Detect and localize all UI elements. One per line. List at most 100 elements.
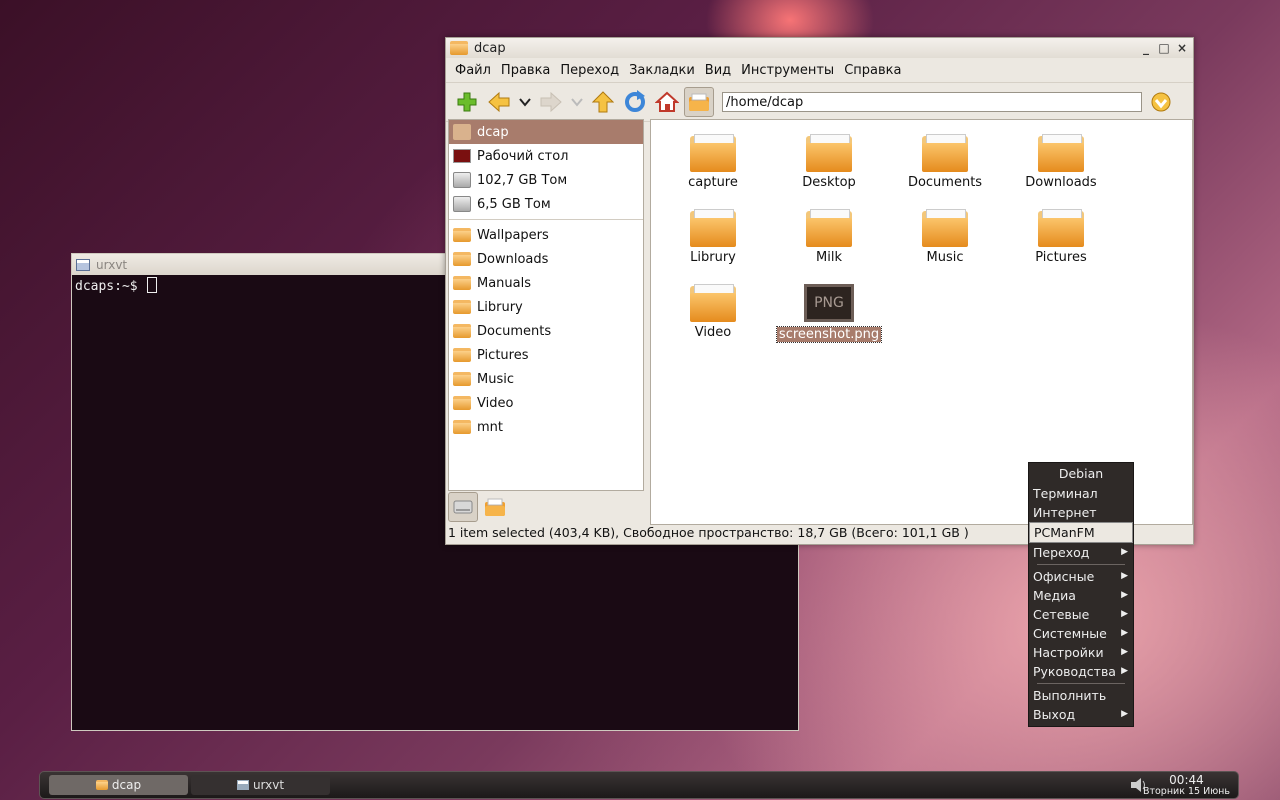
menu-item-5[interactable]: Вид <box>702 63 738 78</box>
sidebar-bookmark[interactable]: mnt <box>449 415 643 439</box>
forward-icon[interactable] <box>536 87 566 117</box>
folder-icon <box>1038 134 1084 172</box>
sidebar-item-label: Wallpapers <box>477 227 549 243</box>
drive-icon[interactable] <box>448 492 478 522</box>
file-name: capture <box>688 175 738 190</box>
sidebar-item-label: 6,5 GB Том <box>477 196 551 212</box>
app-menu-item-label: Системные <box>1033 626 1107 641</box>
go-icon[interactable] <box>1146 87 1176 117</box>
address-bar[interactable]: /home/dcap <box>722 92 1142 112</box>
terminal-icon <box>236 780 249 790</box>
sidebar-item-label: Downloads <box>477 251 549 267</box>
sidebar-place[interactable]: Рабочий стол <box>449 144 643 168</box>
folder-icon <box>453 276 471 290</box>
folder-icon <box>1038 209 1084 247</box>
file-item[interactable]: Desktop <box>771 134 887 190</box>
task-urxvt[interactable]: urxvt <box>191 775 330 795</box>
sidebar-place[interactable]: 102,7 GB Том <box>449 168 643 192</box>
sidebar-item-label: dcap <box>477 124 509 140</box>
file-item[interactable]: Music <box>887 209 1003 265</box>
places-icon[interactable] <box>684 87 714 117</box>
app-menu-item-label: Переход <box>1033 545 1090 560</box>
submenu-arrow-icon: ▶ <box>1121 709 1128 719</box>
folder-icon <box>453 420 471 434</box>
menu-item-4[interactable]: Закладки <box>626 63 702 78</box>
sidebar-bookmark[interactable]: Documents <box>449 319 643 343</box>
sidebar-bookmark[interactable]: Librury <box>449 295 643 319</box>
sidebar-bookmark[interactable]: Video <box>449 391 643 415</box>
folder-icon <box>453 348 471 362</box>
image-file-icon: PNG <box>804 284 854 322</box>
sidebar-item-label: Video <box>477 395 514 411</box>
task-dcap[interactable]: dcap <box>49 775 188 795</box>
status-bar: 1 item selected (403,4 KB), Свободное пр… <box>448 525 969 540</box>
sidebar-place[interactable]: 6,5 GB Том <box>449 192 643 216</box>
app-menu-item[interactable]: Офисные ▶ <box>1029 567 1133 586</box>
terminal-icon <box>76 258 90 271</box>
sidebar-bookmark[interactable]: Music <box>449 367 643 391</box>
app-menu-item[interactable]: Выполнить <box>1029 686 1133 705</box>
sidebar-item-label: Pictures <box>477 347 529 363</box>
close-button[interactable]: × <box>1175 41 1189 55</box>
reload-icon[interactable] <box>620 87 650 117</box>
sidebar-bookmark[interactable]: Pictures <box>449 343 643 367</box>
sidebar-bookmark[interactable]: Downloads <box>449 247 643 271</box>
folder-icon <box>453 228 471 242</box>
app-menu-item[interactable]: PCManFM <box>1029 522 1133 543</box>
folder-icon <box>806 134 852 172</box>
submenu-arrow-icon: ▶ <box>1121 590 1128 600</box>
folder-icon <box>453 372 471 386</box>
sidebar-bookmark[interactable]: Wallpapers <box>449 223 643 247</box>
menu-item-1[interactable]: Файл <box>452 63 498 78</box>
file-name: Pictures <box>1035 250 1087 265</box>
clock-date: Вторник 15 Июнь <box>1142 786 1230 797</box>
app-menu-item[interactable]: Переход ▶ <box>1029 543 1133 562</box>
file-item[interactable]: Video <box>655 284 771 340</box>
sidebar-item-label: Manuals <box>477 275 532 291</box>
up-icon[interactable] <box>588 87 618 117</box>
app-menu-item[interactable]: Терминал <box>1029 484 1133 503</box>
app-menu-item-label: Руководства <box>1033 664 1116 679</box>
sidebar-place[interactable]: dcap <box>449 120 643 144</box>
history-dropdown-icon[interactable] <box>516 87 534 117</box>
app-menu-item[interactable]: Системные ▶ <box>1029 624 1133 643</box>
menu-header: Debian <box>1058 466 1104 481</box>
file-item[interactable]: Librury <box>655 209 771 265</box>
file-item[interactable]: capture <box>655 134 771 190</box>
app-menu[interactable]: Debian Терминал Интернет PCManFM Переход ▶ Оф… <box>1028 462 1134 727</box>
app-menu-item[interactable]: Сетевые ▶ <box>1029 605 1133 624</box>
app-menu-item[interactable]: Выход ▶ <box>1029 705 1133 724</box>
file-name: Desktop <box>802 175 856 190</box>
sidebar-bookmark[interactable]: Manuals <box>449 271 643 295</box>
menu-item-3[interactable]: Переход <box>557 63 626 78</box>
file-item[interactable]: Downloads <box>1003 134 1119 190</box>
file-item[interactable]: Pictures <box>1003 209 1119 265</box>
file-item[interactable]: PNG screenshot.png <box>771 284 887 343</box>
folder-icon <box>922 134 968 172</box>
sidebar-item-label: Documents <box>477 323 552 339</box>
menu-item-7[interactable]: Справка <box>841 63 908 78</box>
clock[interactable]: 00:44 Вторник 15 Июнь <box>1143 772 1230 798</box>
menu-item-2[interactable]: Правка <box>498 63 557 78</box>
folder-tree-icon[interactable] <box>480 492 510 522</box>
app-menu-item[interactable]: Настройки ▶ <box>1029 643 1133 662</box>
minimize-button[interactable]: _ <box>1139 41 1153 55</box>
new-folder-icon[interactable] <box>452 87 482 117</box>
folder-icon <box>450 41 468 55</box>
menu-item-6[interactable]: Инструменты <box>738 63 841 78</box>
sidebar-divider <box>449 219 643 220</box>
app-menu-item-label: Сетевые <box>1033 607 1090 622</box>
app-menu-item[interactable]: Медиа ▶ <box>1029 586 1133 605</box>
app-menu-item[interactable]: Руководства ▶ <box>1029 662 1133 681</box>
app-menu-item[interactable]: Интернет <box>1029 503 1133 522</box>
home-icon[interactable] <box>652 87 682 117</box>
folder-icon <box>690 209 736 247</box>
fm-titlebar[interactable]: dcap _ □ × <box>446 38 1193 58</box>
forward-history-dropdown-icon[interactable] <box>568 87 586 117</box>
app-menu-item-label: Офисные <box>1033 569 1095 584</box>
file-item[interactable]: Documents <box>887 134 1003 190</box>
folder-icon <box>95 780 108 790</box>
file-item[interactable]: Milk <box>771 209 887 265</box>
back-icon[interactable] <box>484 87 514 117</box>
maximize-button[interactable]: □ <box>1157 41 1171 55</box>
